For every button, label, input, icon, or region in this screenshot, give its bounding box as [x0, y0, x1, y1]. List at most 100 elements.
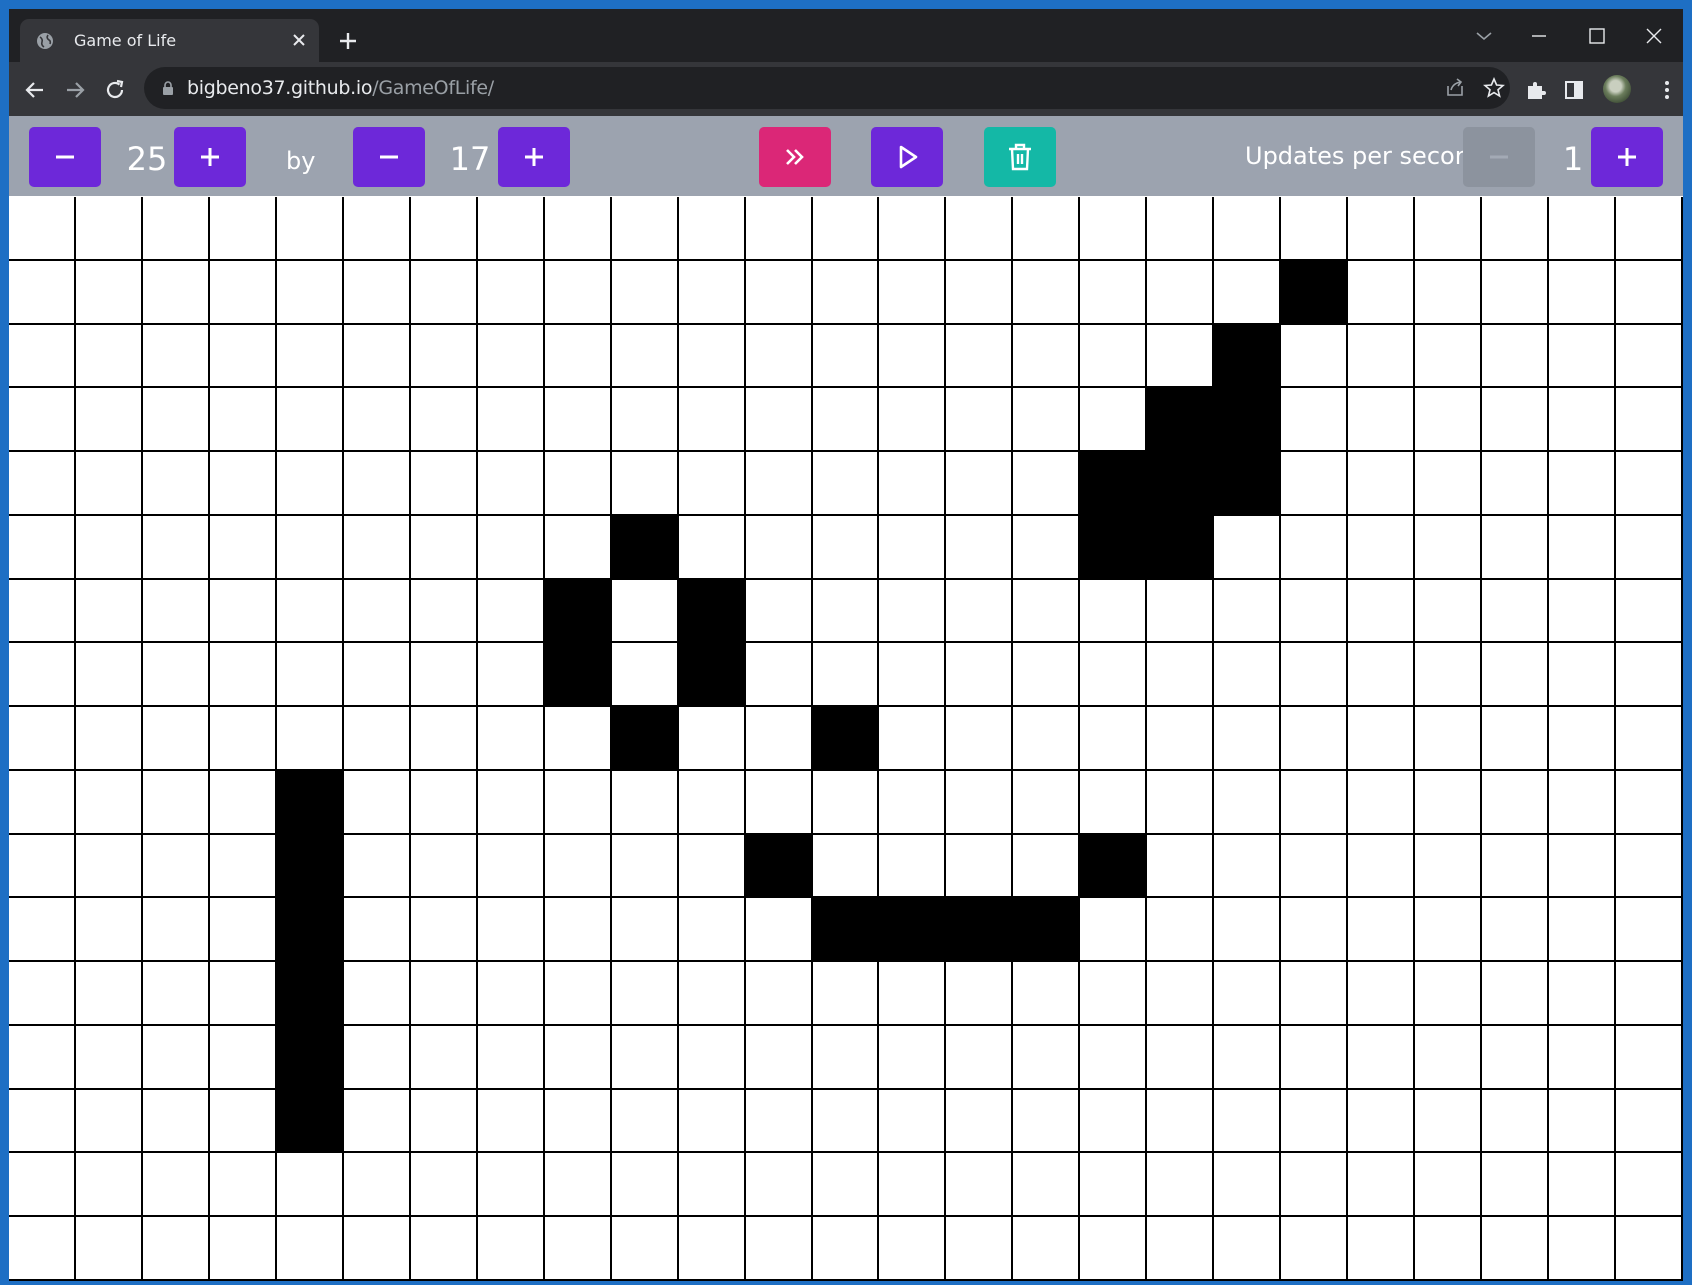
grid-cell[interactable] [678, 452, 746, 516]
grid-cell[interactable] [611, 452, 679, 516]
grid-cell[interactable] [276, 707, 344, 771]
grid-cell[interactable] [1348, 452, 1416, 516]
grid-cell[interactable] [544, 1089, 612, 1154]
grid-cell[interactable] [1147, 579, 1215, 644]
forward-icon[interactable] [63, 78, 87, 102]
grid-cell[interactable] [611, 1153, 679, 1218]
grid-cell[interactable] [611, 324, 679, 389]
grid-cell[interactable] [678, 1217, 746, 1281]
grid-cell[interactable] [1616, 707, 1683, 771]
grid-cell[interactable] [678, 1089, 746, 1154]
grid-cell[interactable] [879, 1217, 947, 1281]
extensions-icon[interactable] [1524, 78, 1548, 102]
grid-cell[interactable] [75, 1217, 143, 1281]
grid-cell[interactable] [410, 898, 478, 963]
grid-cell[interactable] [1549, 197, 1617, 261]
grid-cell[interactable] [611, 962, 679, 1026]
grid-cell[interactable] [75, 515, 143, 580]
grid-cell[interactable] [343, 643, 411, 708]
grid-cell[interactable] [1013, 1153, 1081, 1218]
grid-cell[interactable] [745, 1025, 813, 1090]
grid-cell[interactable] [1147, 1025, 1215, 1090]
grid-cell[interactable] [611, 770, 679, 835]
grid-cell-alive[interactable] [812, 898, 880, 963]
grid-cell[interactable] [209, 515, 277, 580]
grid-cell[interactable] [1147, 260, 1215, 325]
grid-cell[interactable] [209, 1025, 277, 1090]
grid-cell[interactable] [946, 197, 1014, 261]
grid-cell[interactable] [1348, 898, 1416, 963]
grid-cell[interactable] [1482, 707, 1550, 771]
grid-cell[interactable] [1549, 707, 1617, 771]
grid-cell[interactable] [1348, 707, 1416, 771]
grid-cell[interactable] [1616, 579, 1683, 644]
grid-cell[interactable] [1549, 324, 1617, 389]
grid-cell[interactable] [879, 834, 947, 899]
grid-cell[interactable] [142, 1217, 210, 1281]
grid-cell[interactable] [611, 1089, 679, 1154]
grid-cell-alive[interactable] [544, 643, 612, 708]
grid-cell[interactable] [209, 324, 277, 389]
grid-cell[interactable] [410, 324, 478, 389]
grid-cell[interactable] [611, 1217, 679, 1281]
grid-cell[interactable] [410, 643, 478, 708]
grid-cell[interactable] [1214, 1153, 1282, 1218]
grid-cell[interactable] [544, 1217, 612, 1281]
grid-cell[interactable] [343, 579, 411, 644]
grid-cell[interactable] [209, 388, 277, 453]
grid-cell[interactable] [946, 643, 1014, 708]
plus-icon[interactable] [336, 29, 360, 53]
grid-cell[interactable] [544, 324, 612, 389]
grid-cell[interactable] [477, 260, 545, 325]
grid-cell[interactable] [1348, 1025, 1416, 1090]
grid-cell[interactable] [879, 962, 947, 1026]
reload-icon[interactable] [103, 78, 127, 102]
grid-cell[interactable] [75, 643, 143, 708]
grid-cell[interactable] [946, 707, 1014, 771]
grid-cell[interactable] [142, 1089, 210, 1154]
grid-cell[interactable] [745, 260, 813, 325]
grid-cell[interactable] [75, 260, 143, 325]
grid-cell[interactable] [678, 197, 746, 261]
grid-cell[interactable] [544, 260, 612, 325]
grid-cell[interactable] [477, 643, 545, 708]
grid-cell[interactable] [1348, 1153, 1416, 1218]
grid-cell[interactable] [1147, 1217, 1215, 1281]
grid-cell[interactable] [1415, 579, 1483, 644]
grid-cell[interactable] [1281, 1089, 1349, 1154]
side-panel-icon[interactable] [1562, 78, 1586, 102]
grid-cell[interactable] [745, 388, 813, 453]
grid-cell[interactable] [142, 898, 210, 963]
grid-cell[interactable] [1415, 452, 1483, 516]
clear-button[interactable] [984, 127, 1056, 187]
grid-cell-alive[interactable] [1147, 388, 1215, 453]
grid-cell[interactable] [544, 452, 612, 516]
grid-cell[interactable] [678, 1025, 746, 1090]
grid-cell[interactable] [1080, 260, 1148, 325]
grid-cell[interactable] [1080, 770, 1148, 835]
grid-cell[interactable] [142, 515, 210, 580]
height-increase-button[interactable] [498, 127, 570, 187]
grid-cell[interactable] [1281, 770, 1349, 835]
grid-cell[interactable] [745, 962, 813, 1026]
grid-cell[interactable] [1214, 770, 1282, 835]
grid-cell-alive[interactable] [611, 515, 679, 580]
grid-cell[interactable] [1080, 898, 1148, 963]
grid-cell[interactable] [477, 579, 545, 644]
grid-cell[interactable] [9, 260, 76, 325]
grid-cell[interactable] [544, 834, 612, 899]
grid-cell[interactable] [1080, 1153, 1148, 1218]
grid-cell[interactable] [1214, 707, 1282, 771]
grid-cell[interactable] [343, 1089, 411, 1154]
speed-decrease-button[interactable] [1463, 127, 1535, 187]
grid-cell[interactable] [1080, 1089, 1148, 1154]
grid-cell[interactable] [276, 260, 344, 325]
grid-cell[interactable] [9, 962, 76, 1026]
grid-cell[interactable] [1080, 707, 1148, 771]
grid-cell[interactable] [343, 515, 411, 580]
grid-cell[interactable] [477, 452, 545, 516]
grid-cell[interactable] [1013, 515, 1081, 580]
grid-cell[interactable] [1147, 834, 1215, 899]
grid-cell[interactable] [75, 898, 143, 963]
grid-cell[interactable] [1415, 1153, 1483, 1218]
